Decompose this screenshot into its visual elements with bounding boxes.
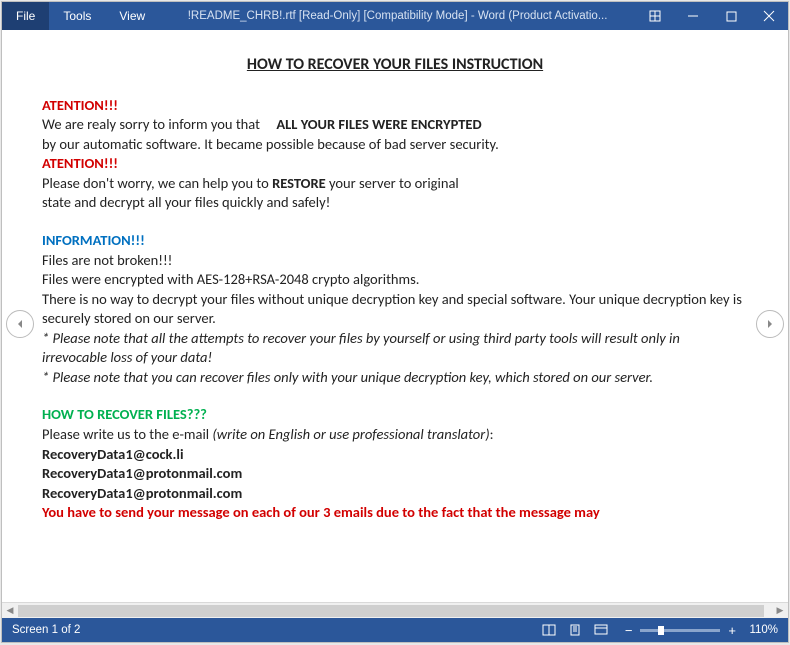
email-1: RecoveryData1@cock.li [42, 445, 748, 465]
note-1: * Please note that all the attempts to r… [42, 329, 748, 368]
read-mode-icon[interactable] [537, 620, 561, 640]
restore-bold: RESTORE [272, 174, 326, 192]
menu-file[interactable]: File [2, 2, 49, 30]
titlebar: File Tools View !README_CHRB!.rtf [Read-… [2, 2, 788, 30]
translator-note: (write on English or use professional tr… [212, 425, 489, 443]
warning-line: You have to send your message on each of… [42, 503, 748, 523]
horizontal-scrollbar[interactable]: ◀ ▶ [2, 602, 788, 618]
zoom-percent[interactable]: 110% [744, 624, 778, 636]
nav-next-button[interactable] [756, 310, 784, 338]
body-line: Please don't worry, we can help you to R… [42, 174, 748, 194]
body-line: by our automatic software. It became pos… [42, 135, 748, 155]
zoom-out-button[interactable]: − [623, 623, 635, 638]
text: : [490, 425, 494, 443]
text: your server to original [326, 174, 459, 192]
menu-tools[interactable]: Tools [49, 2, 105, 30]
page-heading: HOW TO RECOVER YOUR FILES INSTRUCTION [42, 54, 748, 76]
web-layout-icon[interactable] [589, 620, 613, 640]
menu-view[interactable]: View [105, 2, 159, 30]
maximize-button[interactable] [712, 2, 750, 30]
full-screen-icon[interactable] [636, 2, 674, 30]
page-indicator[interactable]: Screen 1 of 2 [12, 624, 537, 636]
window-controls [636, 2, 788, 30]
attention-1: ATENTION!!! [42, 96, 748, 116]
zoom-thumb[interactable] [658, 626, 664, 635]
body-line: Files are not broken!!! [42, 251, 748, 271]
scroll-track[interactable] [18, 603, 772, 618]
recover-heading: HOW TO RECOVER FILES??? [42, 405, 748, 425]
scroll-thumb[interactable] [18, 605, 764, 617]
view-mode-buttons [537, 620, 613, 640]
nav-prev-button[interactable] [6, 310, 34, 338]
menu-bar: File Tools View [2, 2, 159, 30]
body-line: We are realy sorry to inform you that AL… [42, 115, 748, 135]
body-line: There is no way to decrypt your files wi… [42, 290, 748, 329]
document-page: HOW TO RECOVER YOUR FILES INSTRUCTION AT… [2, 30, 788, 533]
body-line: Please write us to the e-mail (write on … [42, 425, 748, 445]
window-title: !README_CHRB!.rtf [Read-Only] [Compatibi… [159, 10, 636, 22]
encrypted-bold: ALL YOUR FILES WERE ENCRYPTED [276, 115, 481, 133]
print-layout-icon[interactable] [563, 620, 587, 640]
statusbar: Screen 1 of 2 − + 110% [2, 618, 788, 642]
attention-2: ATENTION!!! [42, 154, 748, 174]
scroll-right-icon[interactable]: ▶ [772, 603, 788, 619]
scroll-left-icon[interactable]: ◀ [2, 603, 18, 619]
text: Please don't worry, we can help you to [42, 174, 272, 192]
close-button[interactable] [750, 2, 788, 30]
minimize-button[interactable] [674, 2, 712, 30]
information-heading: INFORMATION!!! [42, 231, 748, 251]
body-line: state and decrypt all your files quickly… [42, 193, 748, 213]
body-line: Files were encrypted with AES-128+RSA-20… [42, 270, 748, 290]
text: We are realy sorry to inform you that [42, 115, 263, 133]
email-2: RecoveryData1@protonmail.com [42, 464, 748, 484]
zoom-in-button[interactable]: + [726, 623, 738, 638]
note-2: * Please note that you can recover files… [42, 368, 748, 388]
text: Please write us to the e-mail [42, 425, 212, 443]
zoom-controls: − + 110% [623, 623, 778, 638]
zoom-slider[interactable] [640, 629, 720, 632]
document-area: HOW TO RECOVER YOUR FILES INSTRUCTION AT… [2, 30, 788, 602]
email-3: RecoveryData1@protonmail.com [42, 484, 748, 504]
